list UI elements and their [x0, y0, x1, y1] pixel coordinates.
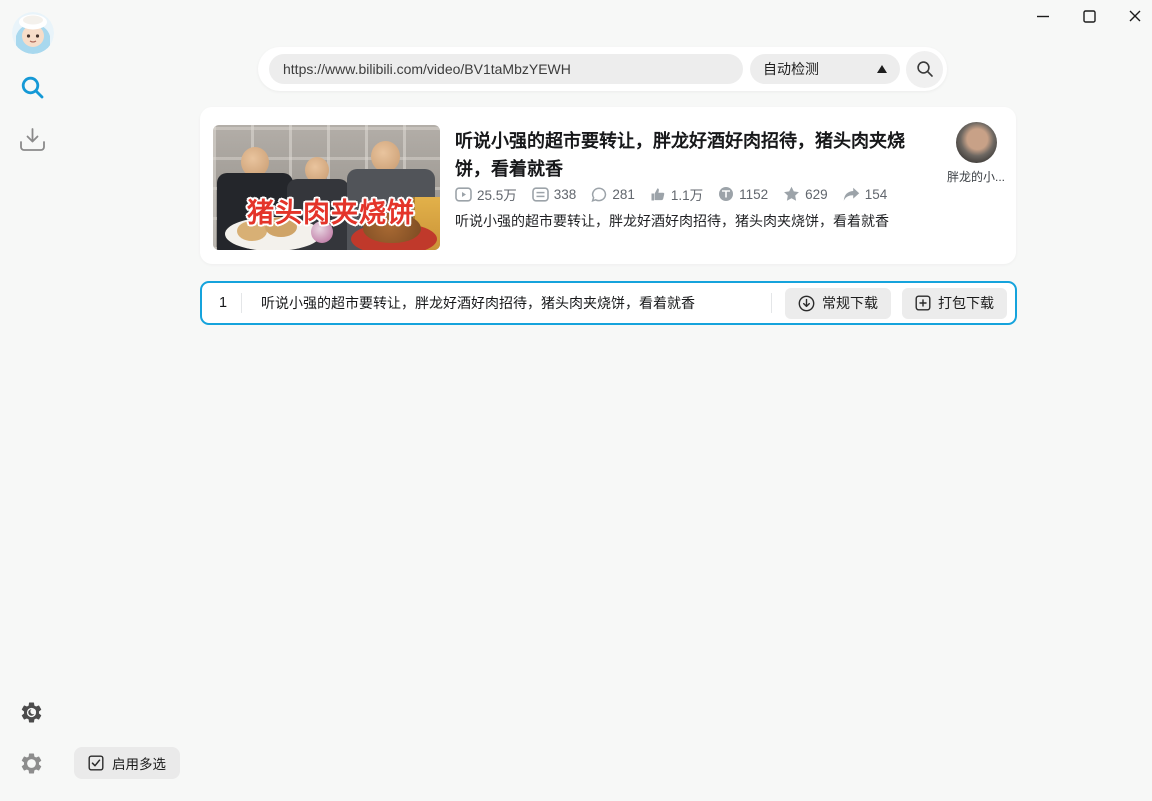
row-divider: [771, 293, 772, 313]
search-nav-icon[interactable]: [18, 73, 46, 101]
share-icon: [843, 187, 859, 201]
enable-multiselect-label: 启用多选: [112, 757, 166, 772]
url-input[interactable]: [269, 54, 743, 84]
row-divider: [241, 293, 242, 313]
package-download-label: 打包下载: [938, 295, 994, 311]
video-thumbnail[interactable]: 猪头肉夹烧饼: [213, 125, 440, 250]
download-nav-icon[interactable]: [17, 125, 47, 153]
stat-danmaku: 338: [531, 186, 576, 202]
video-description: 听说小强的超市要转让，胖龙好酒好肉招待，猪头肉夹烧饼，看着就香: [455, 213, 889, 229]
video-stats-row: 25.5万 338 281 1.1万 1152 629 154: [455, 184, 887, 204]
uploader-avatar[interactable]: [955, 122, 997, 163]
mode-select-dropdown[interactable]: 自动检测: [750, 54, 900, 84]
row-index: 1: [219, 295, 228, 311]
stat-favorite: 629: [783, 186, 828, 202]
stat-comment: 281: [591, 187, 635, 202]
settings-gear-icon[interactable]: [18, 750, 44, 776]
package-download-button[interactable]: 打包下载: [902, 287, 1007, 319]
thumbs-up-icon: [651, 187, 665, 200]
minimize-icon[interactable]: [1034, 6, 1052, 26]
search-submit-button[interactable]: [906, 50, 943, 88]
checkbox-icon: [88, 755, 104, 771]
search-bar: 自动检测: [258, 47, 947, 91]
play-icon: [455, 186, 472, 202]
stat-share: 154: [843, 187, 887, 202]
star-icon: [784, 186, 800, 201]
video-card: 猪头肉夹烧饼 听说小强的超市要转让，胖龙好酒好肉招待，猪头肉夹烧饼，看着就香 2…: [200, 107, 1016, 264]
coin-icon: [719, 187, 734, 201]
regular-download-button[interactable]: 常规下载: [785, 287, 891, 319]
danmaku-icon: [531, 186, 549, 202]
thumbnail-person-right: [371, 141, 400, 172]
close-icon[interactable]: [1126, 6, 1144, 26]
mode-select-label: 自动检测: [763, 61, 819, 77]
thumbnail-caption: 猪头肉夹烧饼: [247, 198, 415, 228]
chevron-up-icon: [877, 65, 887, 73]
stat-play: 25.5万: [455, 184, 517, 204]
regular-download-label: 常规下载: [822, 295, 878, 311]
comment-icon: [591, 186, 607, 202]
uploader-name: 胖龙的小...: [946, 170, 1005, 184]
package-add-icon: [915, 295, 931, 311]
app-window: 自动检测 猪头肉夹烧饼 听说小强的超市要转让，胖龙好酒好肉招待，猪头肉夹烧饼，看…: [0, 0, 1152, 801]
row-title: 听说小强的超市要转让，胖龙好酒好肉招待，猪头肉夹烧饼，看着就香: [261, 295, 695, 311]
window-controls: [1034, 6, 1144, 26]
maximize-icon[interactable]: [1080, 6, 1098, 26]
video-title[interactable]: 听说小强的超市要转让，胖龙好酒好肉招待，猪头肉夹烧饼，看着就香: [455, 127, 923, 183]
app-logo-avatar[interactable]: [12, 12, 54, 54]
enable-multiselect-button[interactable]: 启用多选: [74, 747, 180, 779]
stat-coin: 1152: [718, 186, 768, 202]
uploader[interactable]: 胖龙的小...: [945, 122, 1007, 185]
theme-toggle-icon[interactable]: [18, 699, 44, 725]
stat-like: 1.1万: [650, 184, 703, 204]
cloud-download-icon: [798, 295, 815, 311]
download-list-row[interactable]: 1 听说小强的超市要转让，胖龙好酒好肉招待，猪头肉夹烧饼，看着就香 常规下载 打…: [200, 281, 1017, 325]
